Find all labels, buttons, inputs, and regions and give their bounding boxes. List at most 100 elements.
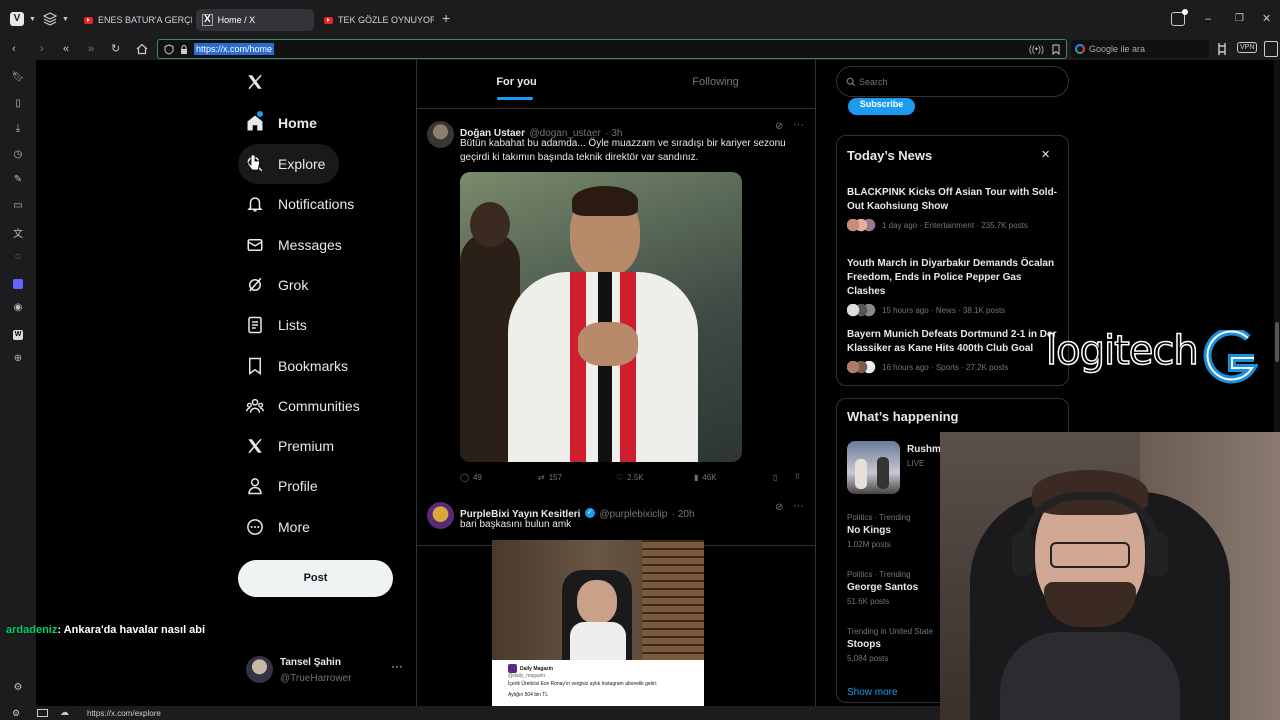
grok-icon[interactable]: ⊘: [775, 121, 783, 132]
post-button[interactable]: Post: [238, 560, 393, 597]
more-icon[interactable]: ···: [391, 659, 403, 673]
tweet[interactable]: PurpleBixi Yayın Kesitleri ✓ @purplebixi…: [417, 494, 815, 708]
home-icon[interactable]: [136, 43, 148, 55]
trend-item[interactable]: Trending in United State Stoops 5,084 po…: [847, 627, 933, 663]
grok-icon[interactable]: ⊘: [775, 502, 783, 513]
trend-item[interactable]: Politics · Trending George Santos 51.6K …: [847, 570, 918, 606]
reading-list-icon[interactable]: ▯: [10, 98, 26, 114]
settings-icon[interactable]: ⚙: [12, 708, 20, 719]
broadcast-icon[interactable]: ((•)): [1029, 42, 1044, 56]
nav-communities[interactable]: Communities: [238, 386, 360, 426]
account-switcher[interactable]: Tansel Şahin @TrueHarrower ···: [246, 655, 416, 687]
nav-profile[interactable]: Profile: [238, 466, 318, 506]
notes-icon[interactable]: ✎: [10, 174, 26, 190]
search-icon: [846, 77, 856, 87]
mastodon-icon[interactable]: [13, 279, 23, 289]
web-panel-icon[interactable]: ◉: [10, 302, 26, 318]
browser-tab[interactable]: ENES BATUR'A GERÇEKTEN: [78, 9, 192, 31]
person-icon: [248, 478, 262, 495]
fast-forward-icon[interactable]: »: [88, 42, 94, 56]
vivaldi-menu-icon[interactable]: V: [10, 12, 24, 26]
panel-toggle-icon[interactable]: [1264, 41, 1278, 57]
repost-button[interactable]: ⇄ 157: [538, 473, 562, 482]
more-icon[interactable]: ···: [793, 500, 804, 512]
share-icon[interactable]: ⇧: [794, 472, 801, 481]
live-thumbnail[interactable]: [847, 441, 900, 494]
nav-notifications[interactable]: Notifications: [238, 184, 354, 224]
new-tab-button[interactable]: +: [442, 11, 450, 25]
magazine-logo-icon: [508, 664, 517, 673]
search-input[interactable]: Search: [836, 66, 1069, 97]
tweet-image[interactable]: [460, 172, 742, 462]
forward-icon[interactable]: ›: [40, 42, 44, 56]
settings-icon[interactable]: ⚙: [10, 682, 26, 698]
show-more-link[interactable]: Show more: [847, 687, 898, 698]
repost-icon: ⇄: [538, 473, 545, 482]
reader-icon[interactable]: [1216, 42, 1228, 56]
chevron-down-icon[interactable]: ▼: [29, 13, 36, 27]
wikipedia-icon[interactable]: W: [13, 330, 23, 340]
back-icon[interactable]: ‹: [12, 42, 16, 56]
more-icon[interactable]: ···: [793, 119, 804, 131]
reload-icon[interactable]: ↻: [111, 42, 120, 56]
window-panel-icon[interactable]: ▭: [10, 200, 26, 216]
views-button[interactable]: ▮ 46K: [694, 473, 717, 482]
scrollbar-thumb[interactable]: [1275, 322, 1279, 362]
browser-tab-active[interactable]: X Home / X: [196, 9, 314, 31]
tweet-text: bari başkasını bulun amk: [460, 519, 572, 530]
news-item[interactable]: Youth March in Diyarbakır Demands Öcalan…: [847, 257, 1062, 317]
workspaces-icon[interactable]: [43, 12, 57, 26]
bookmark-icon[interactable]: ▯: [773, 473, 777, 482]
notification-dot: [257, 111, 263, 117]
subscribe-button[interactable]: Subscribe: [848, 98, 915, 115]
tile-icon[interactable]: [37, 709, 48, 717]
google-search-field[interactable]: Google ile ara: [1071, 40, 1209, 58]
nav-grok[interactable]: Grok: [238, 265, 308, 305]
nav-premium[interactable]: Premium: [238, 426, 334, 466]
youtube-icon: [324, 16, 333, 24]
vpn-button[interactable]: VPN: [1237, 42, 1258, 53]
minimize-button[interactable]: –: [1205, 12, 1211, 26]
close-icon[interactable]: ✕: [1041, 148, 1050, 161]
tab-following[interactable]: Following: [616, 60, 815, 100]
avatar: [427, 121, 454, 148]
more-circle-icon: [247, 519, 263, 535]
browser-side-panel: 🔖︎ ▯ ⤓ ◷ ✎ ▭ 文 ◌ ◉ W ⊕ ⚙: [0, 60, 36, 708]
news-item[interactable]: Bayern Munich Defeats Dortmund 2-1 in De…: [847, 328, 1062, 374]
translate-icon[interactable]: 文: [10, 225, 26, 241]
nav-lists[interactable]: Lists: [238, 305, 307, 345]
tweet[interactable]: Doğan Ustaer @dogan_ustaer · 3h ⊘ ··· Bü…: [417, 113, 815, 546]
chevron-down-icon[interactable]: ▼: [62, 13, 69, 27]
nav-bookmarks[interactable]: Bookmarks: [238, 346, 348, 386]
tweet-video[interactable]: [492, 540, 704, 660]
extension-icon[interactable]: [1171, 9, 1188, 26]
list-icon: [248, 316, 262, 334]
reply-button[interactable]: ◯ 49: [460, 473, 482, 482]
nav-more[interactable]: More: [238, 507, 310, 547]
like-button[interactable]: ♡ 2.5K: [616, 473, 644, 482]
x-logo-icon[interactable]: [246, 73, 264, 91]
close-window-button[interactable]: ✕: [1262, 12, 1271, 26]
maximize-button[interactable]: ❐: [1235, 12, 1244, 26]
history-icon[interactable]: ◷: [10, 149, 26, 165]
chat-icon[interactable]: ◌: [10, 251, 26, 267]
timeline: For you Following Doğan Ustaer @dogan_us…: [416, 60, 816, 708]
downloads-icon[interactable]: ⤓: [10, 123, 26, 139]
card-title: What’s happening: [847, 409, 959, 424]
url-field[interactable]: https://x.com/home ((•)): [157, 39, 1067, 59]
live-title[interactable]: Rushm: [907, 444, 941, 455]
user-name: Tansel Şahin: [280, 657, 341, 668]
bookmark-icon[interactable]: [1052, 44, 1060, 55]
nav-home[interactable]: Home: [238, 103, 317, 143]
bookmarks-panel-icon[interactable]: 🔖︎: [10, 72, 26, 88]
browser-tab[interactable]: TEK GÖZLE OYNUYOR VE B: [318, 9, 434, 31]
communities-icon: [246, 398, 264, 413]
tab-indicator: [497, 97, 533, 100]
nav-messages[interactable]: Messages: [238, 225, 342, 265]
tab-for-you[interactable]: For you: [417, 60, 616, 100]
add-panel-icon[interactable]: ⊕: [10, 353, 26, 369]
rewind-icon[interactable]: «: [63, 42, 69, 56]
cloud-icon[interactable]: ☁: [60, 707, 69, 718]
news-item[interactable]: BLACKPINK Kicks Off Asian Tour with Sold…: [847, 186, 1062, 232]
trend-item[interactable]: Politics · Trending No Kings 1.02M posts: [847, 513, 911, 549]
